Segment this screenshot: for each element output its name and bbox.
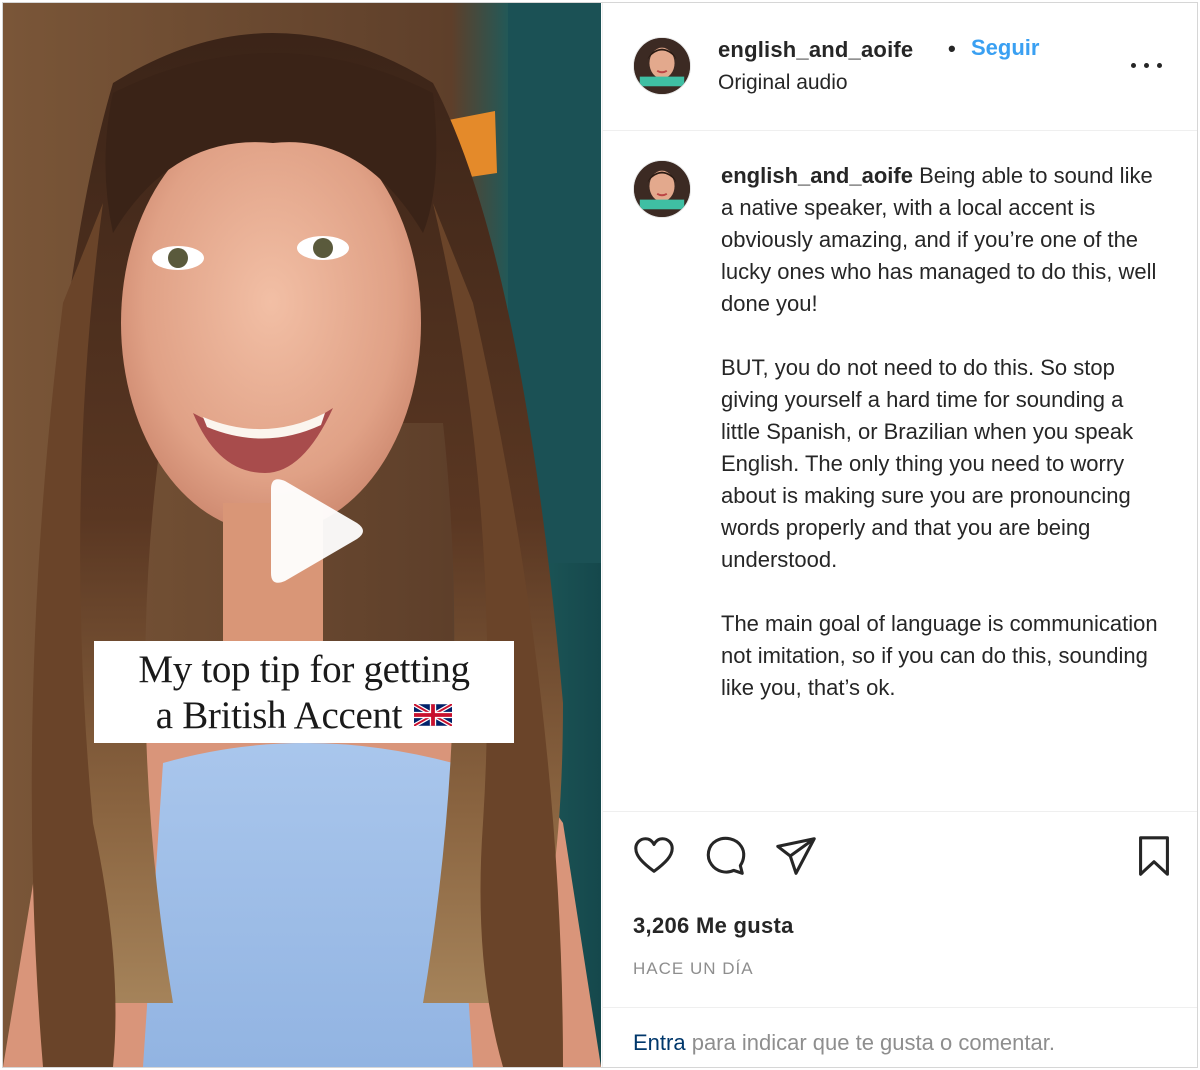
avatar-image — [634, 161, 690, 217]
likes-count[interactable]: 3,206 Me gusta — [633, 913, 794, 939]
post-details-panel: english_and_aoife • Seguir Original audi… — [602, 3, 1197, 1067]
login-prompt-bar: Entra para indicar que te gusta o coment… — [603, 1007, 1197, 1067]
caption-paragraph-3: The main goal of language is communicati… — [721, 611, 1158, 700]
video-caption-line-1: My top tip for getting — [138, 648, 470, 691]
more-dot-2 — [1144, 63, 1149, 68]
video-player[interactable]: My top tip for getting a British Accent — [3, 3, 601, 1067]
post-header: english_and_aoife • Seguir Original audi… — [603, 3, 1197, 131]
share-icon — [776, 837, 816, 875]
play-icon — [271, 479, 363, 583]
play-button[interactable] — [243, 467, 373, 597]
caption-paragraph-2: BUT, you do not need to do this. So stop… — [721, 355, 1134, 572]
video-caption-line-2: a British Accent — [104, 693, 504, 739]
heart-icon — [634, 837, 674, 873]
caption-paragraph-1: english_and_aoife Being able to sound li… — [721, 160, 1161, 320]
uk-flag-icon — [414, 704, 453, 726]
post-timestamp[interactable]: HACE UN DÍA — [633, 959, 754, 979]
bookmark-icon — [1139, 836, 1169, 876]
separator-dot: • — [948, 36, 956, 61]
caption-username[interactable]: english_and_aoife — [721, 163, 913, 188]
login-prompt: Entra para indicar que te gusta o coment… — [633, 1030, 1055, 1056]
share-button[interactable] — [773, 833, 819, 879]
comment-icon — [706, 836, 746, 875]
video-caption-line-2-text: a British Accent — [155, 694, 403, 737]
instagram-post-window: My top tip for getting a British Accent … — [2, 2, 1198, 1068]
comments-section[interactable]: english_and_aoife Being able to sound li… — [603, 132, 1197, 812]
login-link[interactable]: Entra — [633, 1030, 686, 1055]
avatar[interactable] — [633, 37, 691, 95]
login-prompt-text: para indicar que te gusta o comentar. — [685, 1030, 1055, 1055]
more-options-button[interactable] — [1129, 55, 1165, 75]
more-dot-1 — [1131, 63, 1136, 68]
action-bar — [603, 833, 1197, 889]
avatar-image — [634, 38, 690, 94]
caption-avatar[interactable] — [633, 160, 691, 218]
audio-label[interactable]: Original audio — [718, 71, 848, 95]
more-dot-3 — [1157, 63, 1162, 68]
save-button[interactable] — [1131, 833, 1177, 879]
comment-button[interactable] — [702, 833, 748, 879]
post-caption: english_and_aoife Being able to sound li… — [721, 160, 1161, 736]
like-button[interactable] — [631, 833, 677, 879]
follow-button[interactable]: Seguir — [971, 35, 1039, 61]
post-author-username[interactable]: english_and_aoife — [718, 37, 913, 63]
video-caption-overlay: My top tip for getting a British Accent — [94, 641, 514, 743]
